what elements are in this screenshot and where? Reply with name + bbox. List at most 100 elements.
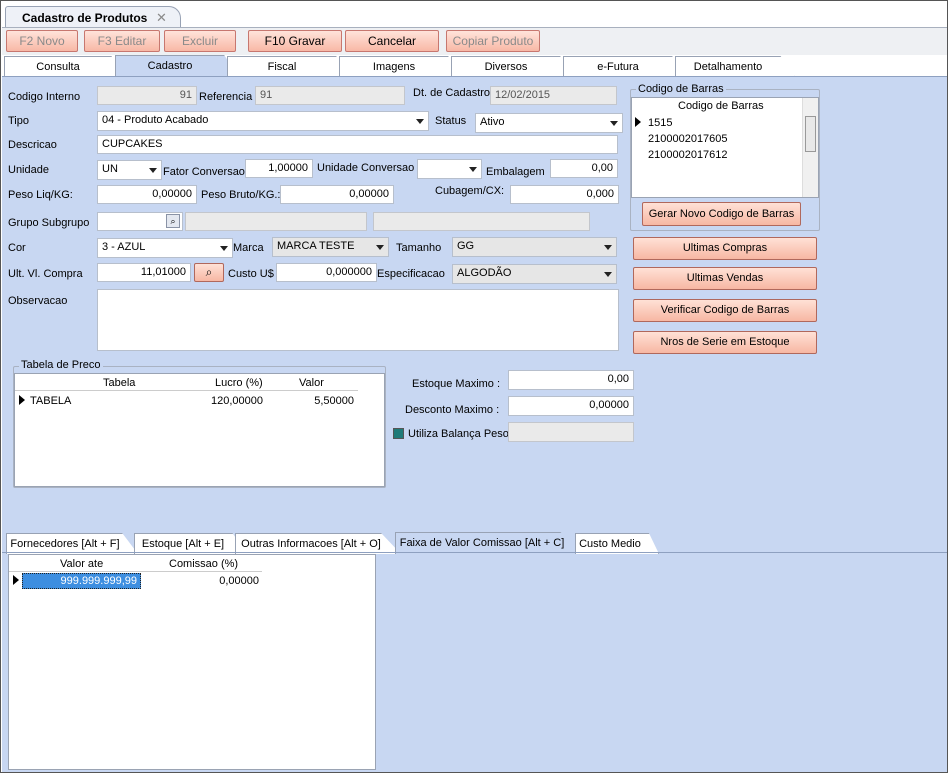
tamanho-value: GG — [457, 240, 475, 252]
custo-us-label: Custo U$ — [228, 268, 274, 280]
tabela-preco-grid[interactable]: Tabela Lucro (%) Valor TABELA 120,00000 … — [14, 373, 385, 487]
list-item[interactable]: 2100002017605 — [648, 133, 728, 145]
unidade-conversao-select[interactable] — [417, 159, 482, 179]
descricao-field[interactable]: CUPCAKES — [97, 135, 618, 154]
cubagem-label: Cubagem/CX: — [435, 185, 505, 197]
cancel-button[interactable]: Cancelar — [345, 30, 439, 52]
balanca-field — [508, 422, 634, 442]
toolbar: F2 Novo F3 Editar Excluir F10 Gravar Can… — [2, 27, 947, 55]
row-pointer-icon — [19, 395, 25, 405]
codigo-interno-label: Codigo Interno — [8, 91, 81, 103]
peso-liq-field[interactable]: 0,00000 — [97, 185, 197, 204]
peso-bruto-label: Peso Bruto/KG.: — [201, 189, 281, 201]
embalagem-field[interactable]: 0,00 — [550, 159, 618, 178]
tab-e-futura[interactable]: e-Futura — [563, 56, 687, 77]
subgrupo-description-field — [373, 212, 590, 231]
especificacao-value: ALGODÃO — [457, 267, 512, 279]
tab-consulta[interactable]: Consulta — [4, 56, 126, 77]
tab-diversos[interactable]: Diversos — [451, 56, 575, 77]
tab-divider — [2, 552, 947, 553]
table-cell-valor-ate[interactable]: 999.999.999,99 — [22, 573, 141, 589]
tipo-select[interactable]: 04 - Produto Acabado — [97, 111, 429, 131]
grupo-description-field — [185, 212, 367, 231]
list-item[interactable]: 2100002017612 — [648, 149, 728, 161]
codigo-barras-group-title: Codigo de Barras — [636, 83, 726, 95]
marca-select[interactable]: MARCA TESTE — [272, 237, 389, 257]
grid-header: Valor ate Comissao (%) — [9, 555, 262, 572]
codigo-interno-field: 91 — [97, 86, 197, 105]
observacao-label: Observacao — [8, 295, 68, 307]
table-cell-valor[interactable]: 5,50000 — [299, 395, 354, 407]
close-icon[interactable]: ✕ — [156, 10, 167, 26]
desconto-maximo-field[interactable]: 0,00000 — [508, 396, 634, 416]
column-header: Valor — [299, 377, 324, 389]
bottom-tabs: Fornecedores [Alt + F] Estoque [Alt + E]… — [1, 532, 947, 554]
tab-custo-medio[interactable]: Custo Medio — [575, 533, 659, 554]
tab-estoque[interactable]: Estoque [Alt + E] — [134, 533, 246, 554]
column-header: Valor ate — [60, 558, 104, 570]
chevron-down-icon — [416, 119, 424, 124]
scrollbar[interactable] — [802, 98, 818, 197]
chevron-down-icon — [376, 245, 384, 250]
list-item[interactable]: 1515 — [648, 117, 672, 129]
cor-select[interactable]: 3 - AZUL — [97, 238, 233, 258]
peso-bruto-field[interactable]: 0,00000 — [280, 185, 394, 204]
dt-cadastro-field: 12/02/2015 — [490, 86, 617, 105]
cor-label: Cor — [8, 242, 26, 254]
verificar-codigo-button[interactable]: Verificar Codigo de Barras — [633, 299, 817, 322]
tab-cadastro[interactable]: Cadastro — [115, 55, 239, 77]
tab-detalhamento[interactable]: Detalhamento — [675, 56, 795, 77]
grid-header: Tabela Lucro (%) Valor — [15, 374, 358, 391]
tab-outras-informacoes[interactable]: Outras Informacoes [Alt + O] — [235, 533, 401, 554]
edit-button[interactable]: F3 Editar — [84, 30, 160, 52]
codigo-barras-list[interactable]: Codigo de Barras 1515 2100002017605 2100… — [631, 97, 819, 198]
desconto-maximo-label: Desconto Maximo : — [405, 404, 500, 416]
especificacao-select[interactable]: ALGODÃO — [452, 264, 617, 284]
new-button[interactable]: F2 Novo — [6, 30, 78, 52]
document-tab[interactable]: Cadastro de Produtos ✕ — [5, 6, 181, 28]
status-select[interactable]: Ativo — [475, 113, 623, 133]
marca-value: MARCA TESTE — [277, 240, 355, 252]
tab-faixa-comissao[interactable]: Faixa de Valor Comissao [Alt + C] — [395, 532, 583, 554]
ult-vl-compra-field[interactable]: 11,01000 — [97, 263, 191, 282]
chevron-down-icon — [610, 121, 618, 126]
observacao-field[interactable] — [97, 289, 619, 351]
unidade-label: Unidade — [8, 164, 49, 176]
fator-conversao-field[interactable]: 1,00000 — [245, 159, 313, 178]
cor-value: 3 - AZUL — [102, 241, 146, 253]
referencia-field[interactable]: 91 — [255, 86, 405, 105]
marca-label: Marca — [233, 242, 264, 254]
save-button[interactable]: F10 Gravar — [248, 30, 342, 52]
column-header: Tabela — [103, 377, 136, 389]
descricao-label: Descricao — [8, 139, 57, 151]
comissao-grid[interactable]: Valor ate Comissao (%) 999.999.999,99 0,… — [8, 554, 376, 770]
balanca-checkbox[interactable] — [393, 428, 404, 439]
ultimas-vendas-button[interactable]: Ultimas Vendas — [633, 267, 817, 290]
nros-serie-button[interactable]: Nros de Serie em Estoque — [633, 331, 817, 354]
tamanho-label: Tamanho — [396, 242, 442, 254]
custo-us-field[interactable]: 0,000000 — [276, 263, 377, 282]
gerar-codigo-button[interactable]: Gerar Novo Codigo de Barras — [642, 202, 801, 226]
referencia-label: Referencia — [199, 91, 253, 103]
estoque-maximo-label: Estoque Maximo : — [412, 378, 501, 390]
table-cell-tabela[interactable]: TABELA — [30, 395, 71, 407]
table-cell-lucro[interactable]: 120,00000 — [211, 395, 263, 407]
copy-product-button[interactable]: Copiar Produto — [446, 30, 540, 52]
tab-imagens[interactable]: Imagens — [339, 56, 463, 77]
search-icon[interactable]: ⌕ — [166, 214, 180, 228]
tab-fiscal[interactable]: Fiscal — [227, 56, 351, 77]
cubagem-field[interactable]: 0,000 — [510, 185, 619, 204]
ultimas-compras-button[interactable]: Ultimas Compras — [633, 237, 817, 260]
estoque-maximo-field[interactable]: 0,00 — [508, 370, 634, 390]
chevron-down-icon — [469, 167, 477, 172]
magnifier-icon[interactable]: ⌕ — [194, 263, 224, 282]
tamanho-select[interactable]: GG — [452, 237, 617, 257]
tab-fornecedores[interactable]: Fornecedores [Alt + F] — [6, 533, 138, 554]
column-header: Comissao (%) — [169, 558, 239, 570]
unidade-select[interactable]: UN — [97, 160, 162, 180]
scrollbar-thumb[interactable] — [805, 116, 816, 152]
delete-button[interactable]: Excluir — [164, 30, 236, 52]
dt-cadastro-label: Dt. de Cadastro — [413, 87, 491, 99]
table-cell-comissao[interactable]: 0,00000 — [205, 575, 259, 587]
unidade-conversao-label: Unidade Conversao — [317, 162, 415, 174]
